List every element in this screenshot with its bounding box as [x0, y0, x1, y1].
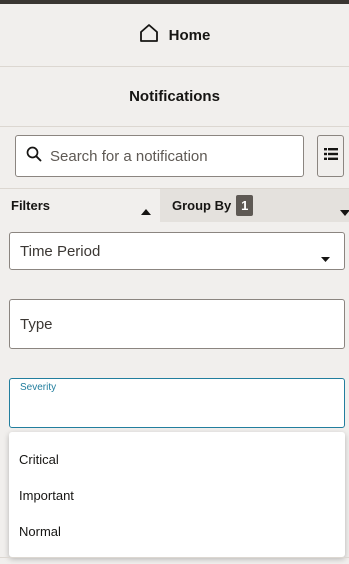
- severity-label: Severity: [20, 382, 57, 393]
- search-box[interactable]: [15, 135, 304, 177]
- filters-toggle[interactable]: Filters: [0, 189, 160, 222]
- group-by-toggle[interactable]: Group By 1: [160, 189, 349, 222]
- filters-label: Filters: [11, 198, 51, 213]
- search-input[interactable]: [50, 147, 280, 165]
- severity-option-important[interactable]: Important: [19, 488, 74, 503]
- triangle-up-icon: [141, 202, 151, 220]
- group-by-label: Group By: [172, 198, 232, 213]
- divider: [0, 557, 349, 558]
- caret-down-icon: [321, 249, 330, 267]
- severity-dropdown: Critical Important Normal: [9, 432, 345, 557]
- triangle-down-icon: [340, 203, 349, 221]
- time-period-select[interactable]: Time Period: [9, 232, 345, 270]
- time-period-label: Time Period: [20, 243, 101, 260]
- severity-option-normal[interactable]: Normal: [19, 524, 61, 539]
- list-view-icon: [323, 147, 338, 165]
- page-title: Notifications: [0, 67, 349, 127]
- home-icon: [139, 23, 159, 48]
- type-label: Type: [20, 316, 53, 333]
- search-icon: [26, 146, 42, 167]
- home-label: Home: [168, 26, 211, 44]
- home-link[interactable]: Home: [0, 4, 349, 67]
- type-field[interactable]: Type: [9, 299, 345, 349]
- severity-field[interactable]: Severity: [9, 378, 345, 428]
- severity-option-critical[interactable]: Critical: [19, 452, 59, 467]
- list-view-button[interactable]: [317, 135, 344, 177]
- group-by-count-badge: 1: [236, 195, 254, 216]
